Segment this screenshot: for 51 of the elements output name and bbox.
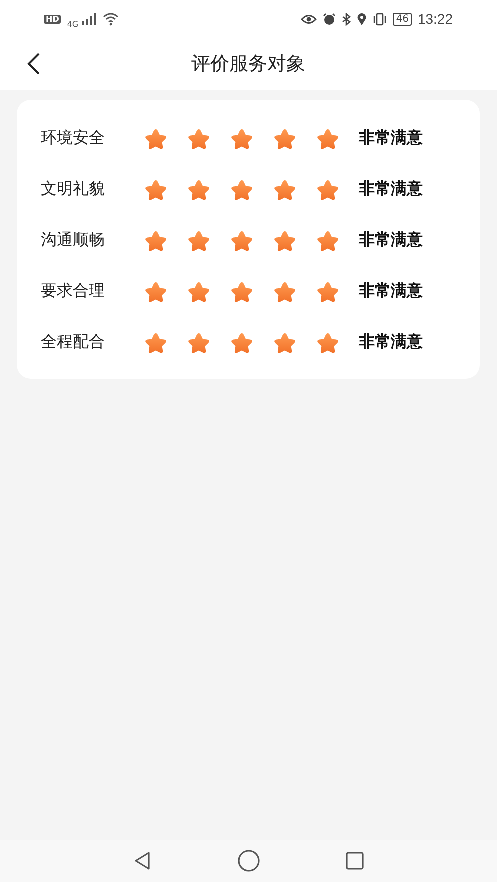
rating-label: 文明礼貌 xyxy=(41,179,106,200)
back-nav-icon[interactable] xyxy=(132,851,152,871)
star-icon[interactable] xyxy=(315,126,341,150)
star-icon[interactable] xyxy=(186,178,212,202)
rating-verdict: 非常满意 xyxy=(359,179,423,200)
star-icon[interactable] xyxy=(229,280,255,304)
star-icon[interactable] xyxy=(229,178,255,202)
star-icon[interactable] xyxy=(143,178,169,202)
bluetooth-icon xyxy=(342,12,352,26)
rating-label: 沟通顺畅 xyxy=(41,230,106,251)
star-icon[interactable] xyxy=(143,228,169,252)
star-icon[interactable] xyxy=(143,330,169,354)
star-icon[interactable] xyxy=(315,228,341,252)
star-icon[interactable] xyxy=(186,126,212,150)
alarm-icon xyxy=(323,12,336,26)
star-icon[interactable] xyxy=(186,330,212,354)
star-icon[interactable] xyxy=(272,178,298,202)
star-icon[interactable] xyxy=(229,228,255,252)
star-icon[interactable] xyxy=(272,126,298,150)
star-icon[interactable] xyxy=(272,330,298,354)
rating-verdict: 非常满意 xyxy=(359,281,423,302)
star-icon[interactable] xyxy=(272,280,298,304)
clock-time: 13:22 xyxy=(418,11,453,27)
back-icon[interactable] xyxy=(26,52,42,76)
star-icon[interactable] xyxy=(143,280,169,304)
battery-level: 46 xyxy=(393,12,412,26)
star-icon[interactable] xyxy=(315,280,341,304)
rating-label: 环境安全 xyxy=(41,128,106,149)
star-icon[interactable] xyxy=(272,228,298,252)
rating-verdict: 非常满意 xyxy=(359,332,423,353)
star-icon[interactable] xyxy=(186,228,212,252)
home-nav-icon[interactable] xyxy=(236,849,260,873)
rating-verdict: 非常满意 xyxy=(359,230,423,251)
network-type: 4G xyxy=(67,20,79,28)
star-icon[interactable] xyxy=(229,330,255,354)
page-title: 评价服务对象 xyxy=(192,52,306,77)
vibrate-icon xyxy=(373,12,388,26)
signal-icon xyxy=(80,13,97,25)
rating-verdict: 非常满意 xyxy=(359,128,423,149)
star-icon[interactable] xyxy=(186,280,212,304)
recents-nav-icon[interactable] xyxy=(344,851,364,871)
star-icon[interactable] xyxy=(229,126,255,150)
star-icon[interactable] xyxy=(315,330,341,354)
star-icon[interactable] xyxy=(143,126,169,150)
star-icon[interactable] xyxy=(315,178,341,202)
eye-icon xyxy=(301,14,318,24)
rating-label: 要求合理 xyxy=(41,281,106,302)
hd-badge: HD xyxy=(44,14,62,24)
rating-label: 全程配合 xyxy=(41,332,106,353)
wifi-icon xyxy=(102,12,119,26)
location-icon xyxy=(357,12,368,26)
